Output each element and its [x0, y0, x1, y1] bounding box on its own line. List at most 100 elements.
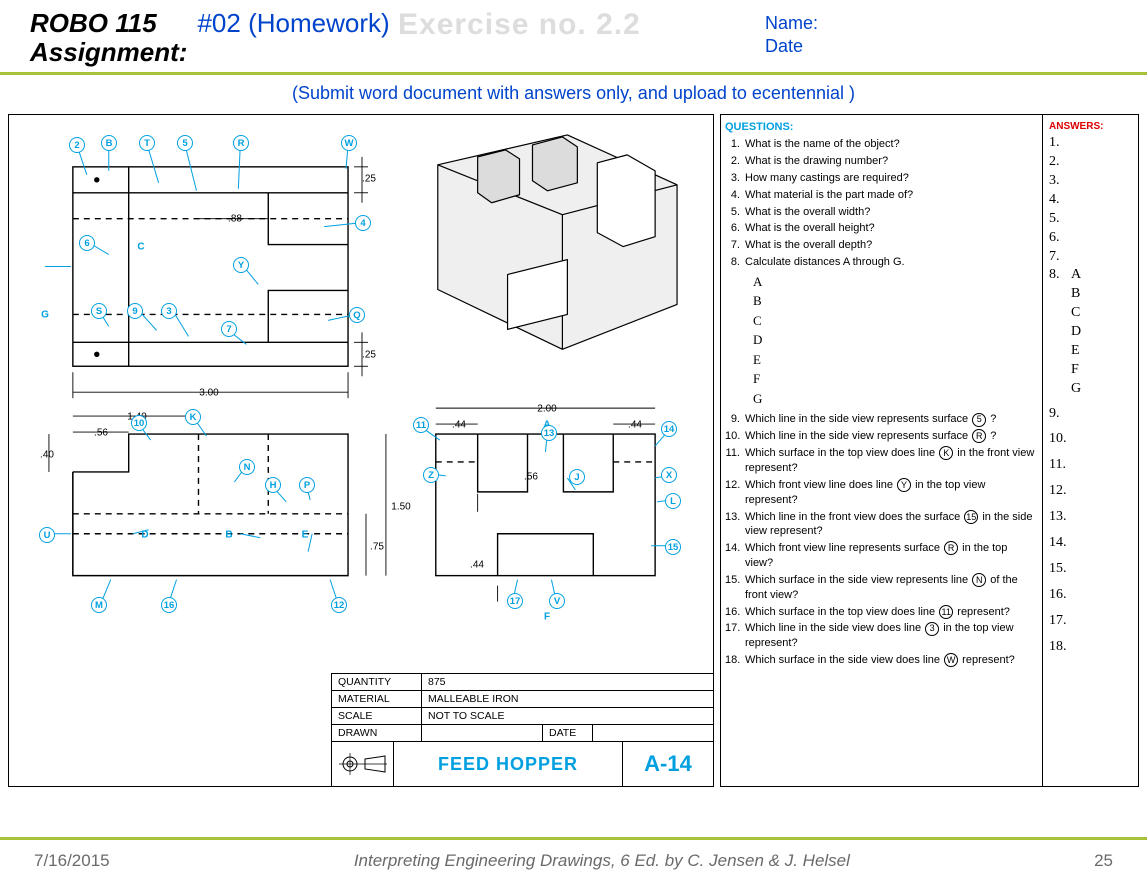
- callout-5: 5: [177, 135, 193, 151]
- callout-N: N: [239, 459, 255, 475]
- qa-panel: QUESTIONS: 1.What is the name of the obj…: [720, 114, 1139, 787]
- callout-3: 3: [161, 303, 177, 319]
- question-item: 2.What is the drawing number?: [725, 154, 1038, 169]
- footer: 7/16/2015 Interpreting Engineering Drawi…: [0, 837, 1147, 881]
- tb-scale-label: SCALE: [332, 708, 422, 724]
- callout-R: R: [233, 135, 249, 151]
- answer-8-sub: B: [1049, 285, 1132, 304]
- footer-page: 25: [1094, 851, 1113, 871]
- drawing-frame: .25 .88 .25 3.00 1.40 .56 .40 .75 1.50 2…: [8, 114, 714, 787]
- tb-material-label: MATERIAL: [332, 691, 422, 707]
- callout-15: 15: [665, 539, 681, 555]
- callout-T: T: [139, 135, 155, 151]
- callout-2: 2: [69, 137, 85, 153]
- dim-200: 2.00: [537, 404, 556, 415]
- question-item: 11.Which surface in the top view does li…: [725, 446, 1038, 476]
- answer-8-sub: E: [1049, 342, 1132, 361]
- questions-header: QUESTIONS:: [725, 121, 1038, 133]
- answer-8-sub: C: [1049, 304, 1132, 323]
- question-item: 12.Which front view line does line Y in …: [725, 478, 1038, 508]
- header: Exercise no. 2.2 ROBO 115 Assignment: #0…: [0, 0, 1147, 75]
- question-item: 14.Which front view line represents surf…: [725, 541, 1038, 571]
- footer-date: 7/16/2015: [34, 851, 110, 871]
- answer-8-sub: G: [1049, 380, 1132, 399]
- question-item: 4.What material is the part made of?: [725, 188, 1038, 203]
- assignment-label: Assignment:: [30, 38, 187, 67]
- answer-slot: 16.: [1049, 586, 1132, 605]
- question-8-sub: A: [753, 272, 1038, 292]
- question-8-sub: F: [753, 369, 1038, 389]
- callout-B: B: [101, 135, 117, 151]
- dim-letter-G: G: [41, 310, 49, 321]
- date-label: Date: [765, 35, 818, 58]
- dim-letter-C: C: [137, 242, 144, 253]
- tb-date-label: DATE: [543, 725, 593, 741]
- question-item: 3.How many castings are required?: [725, 171, 1038, 186]
- question-item: 17.Which line in the side view does line…: [725, 621, 1038, 651]
- dim-25a: .25: [362, 174, 376, 185]
- callout-10: 10: [131, 415, 147, 431]
- tb-scale: NOT TO SCALE: [422, 708, 713, 724]
- question-8-sub: G: [753, 389, 1038, 409]
- answer-slot: 13.: [1049, 508, 1132, 527]
- answers-column: ANSWERS: 1.2.3.4.5.6.7.8. ABCDEFG 9.10.1…: [1043, 115, 1138, 786]
- name-label: Name:: [765, 12, 818, 35]
- dim-letter-F: F: [544, 612, 550, 623]
- name-date-block: Name: Date: [765, 12, 818, 59]
- answer-slot: 2.: [1049, 153, 1132, 172]
- answer-8-sub: F: [1049, 361, 1132, 380]
- callout-J: J: [569, 469, 585, 485]
- answer-slot: 14.: [1049, 534, 1132, 553]
- callout-16: 16: [161, 597, 177, 613]
- answer-slot: 9.: [1049, 405, 1132, 424]
- questions-column: QUESTIONS: 1.What is the name of the obj…: [721, 115, 1043, 786]
- part-name: FEED HOPPER: [394, 742, 623, 786]
- dim-300: 3.00: [199, 388, 218, 399]
- footer-citation: Interpreting Engineering Drawings, 6 Ed.…: [110, 851, 1094, 871]
- answer-slot: 11.: [1049, 456, 1132, 475]
- callout-V: V: [549, 593, 565, 609]
- question-item: 5.What is the overall width?: [725, 205, 1038, 220]
- question-item: 18.Which surface in the side view does l…: [725, 653, 1038, 668]
- answer-slot: 10.: [1049, 430, 1132, 449]
- question-item: 16.Which surface in the top view does li…: [725, 605, 1038, 620]
- callout-4: 4: [355, 215, 371, 231]
- tb-material: MALLEABLE IRON: [422, 691, 713, 707]
- answer-8-sub: A: [1049, 266, 1132, 285]
- homework-number: #02 (Homework): [197, 8, 389, 39]
- dim-44c: .44: [470, 560, 484, 571]
- callout-17: 17: [507, 593, 523, 609]
- answer-8-sub: D: [1049, 323, 1132, 342]
- answer-slot: 6.: [1049, 229, 1132, 248]
- answer-slot: 4.: [1049, 191, 1132, 210]
- callout-M: M: [91, 597, 107, 613]
- question-item: 13.Which line in the front view does the…: [725, 510, 1038, 540]
- dim-150: 1.50: [391, 502, 410, 513]
- answer-slot: 15.: [1049, 560, 1132, 579]
- answers-header: ANSWERS:: [1049, 121, 1132, 132]
- callout-9: 9: [127, 303, 143, 319]
- callout-Q: Q: [349, 307, 365, 323]
- question-item: 8.Calculate distances A through G.: [725, 255, 1038, 270]
- question-item: 15.Which surface in the side view repres…: [725, 573, 1038, 603]
- submit-instruction: (Submit word document with answers only,…: [0, 75, 1147, 114]
- callout-Z: Z: [423, 467, 439, 483]
- callout-L: L: [665, 493, 681, 509]
- question-item: 7.What is the overall depth?: [725, 238, 1038, 253]
- callout-X: X: [661, 467, 677, 483]
- question-8-sub: B: [753, 291, 1038, 311]
- dim-56a: .56: [94, 428, 108, 439]
- callout-P: P: [299, 477, 315, 493]
- question-8-sub: E: [753, 350, 1038, 370]
- dim-44a: .44: [452, 420, 466, 431]
- callout-Y: Y: [233, 257, 249, 273]
- callout-U: U: [39, 527, 55, 543]
- callout-K: K: [185, 409, 201, 425]
- dim-44b: .44: [628, 420, 642, 431]
- title-block: QUANTITY 875 MATERIAL MALLEABLE IRON SCA…: [331, 673, 713, 786]
- question-item: 9.Which line in the side view represents…: [725, 412, 1038, 427]
- question-item: 10.Which line in the side view represent…: [725, 429, 1038, 444]
- callout-14: 14: [661, 421, 677, 437]
- drawing-number: A-14: [623, 742, 713, 786]
- answer-slot: 17.: [1049, 612, 1132, 631]
